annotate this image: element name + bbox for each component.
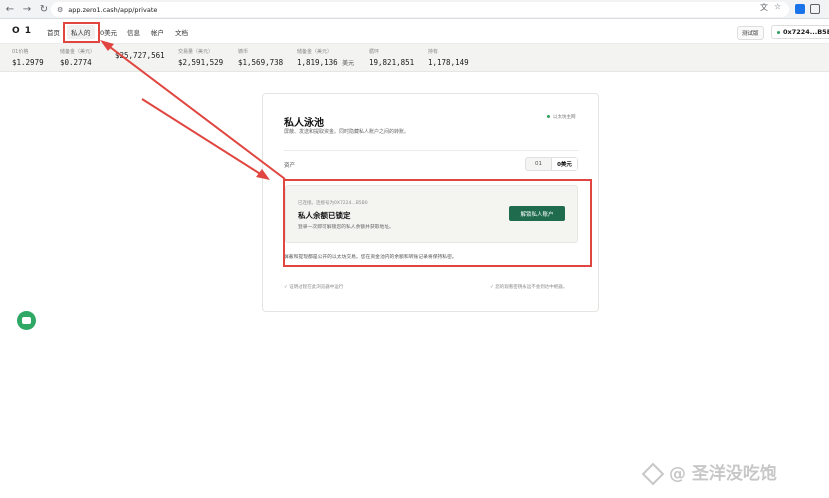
reload-icon[interactable]: ↻: [37, 2, 51, 16]
browser-toolbar: ← → ↻ ⚙ app.zero1.cash/app/private 文 ☆: [0, 0, 829, 19]
translate-icon[interactable]: 文: [760, 2, 768, 13]
page: ← → ↻ ⚙ app.zero1.cash/app/private 文 ☆ O…: [0, 0, 829, 498]
asset-option-01[interactable]: 01: [526, 158, 551, 170]
stat-item: 铸币 $1,569,738: [238, 48, 283, 67]
watermark: @ 圣洋没吃饱: [641, 459, 777, 486]
stat-value: $1,569,738: [238, 58, 284, 67]
annotation-arrow-to-panel: [141, 98, 263, 176]
stat-value: $0.2774: [60, 58, 92, 67]
stat-item: 循环 19,821,851: [369, 48, 414, 67]
stat-label: 储备金（美元）: [297, 49, 333, 55]
wallet-address: 0x7224...B5B0: [783, 28, 829, 36]
stat-value: $2,591,529: [178, 58, 224, 67]
card-title: 私人泳池: [284, 118, 324, 129]
stat-label: 循环: [369, 49, 380, 55]
stats-strip: 01价格 $1.2979 储备金（美元） $0.2774 $25,727,561…: [0, 44, 829, 72]
wallet-button[interactable]: 0x7224...B5B0: [771, 25, 829, 39]
stat-value: $1.2979: [12, 58, 44, 67]
card-subtitle: 屏蔽、发送和提取资金。同时隐藏私人账户之间的转账。: [284, 129, 410, 135]
chat-button[interactable]: [17, 311, 36, 330]
chat-bubble-icon: [22, 317, 31, 324]
extensions-puzzle-icon[interactable]: [810, 4, 820, 14]
connected-dot-icon: [777, 30, 780, 34]
stat-number: 1,819,136: [297, 58, 338, 67]
nav-info[interactable]: 信息: [127, 27, 140, 37]
watermark-text: @ 圣洋没吃饱: [669, 464, 777, 484]
assets-label: 资产: [284, 163, 296, 169]
stat-label: 交易量（美元）: [178, 49, 214, 55]
nav-docs[interactable]: 文档: [175, 27, 188, 37]
beta-button[interactable]: 测试版: [737, 26, 764, 40]
stat-item: 交易量（美元） $2,591,529: [178, 48, 223, 67]
app-header: O 1 首页 私人的 0美元 信息 帐户 文档 测试版 0x7224...B5B…: [0, 20, 829, 44]
bookmark-star-icon[interactable]: ☆: [774, 2, 781, 11]
nav-account[interactable]: 帐户: [151, 27, 164, 37]
stat-value: $25,727,561: [115, 51, 165, 60]
url-text: app.zero1.cash/app/private: [68, 5, 158, 14]
network-badge: 以太坊主网: [547, 114, 576, 120]
nav-home[interactable]: 首页: [47, 27, 60, 37]
forward-icon[interactable]: →: [20, 2, 34, 16]
stat-label: 铸币: [238, 49, 249, 55]
stat-unit: 美元: [342, 60, 355, 67]
stat-item: 01价格 $1.2979: [12, 48, 44, 67]
stat-label: 持有: [428, 49, 439, 55]
stat-value: 1,819,136 美元: [297, 58, 354, 67]
stat-item: 持有 1,178,149: [428, 48, 469, 67]
stat-value: 19,821,851: [369, 58, 415, 67]
site-info-icon[interactable]: ⚙: [57, 6, 63, 14]
stat-item: 储备金（美元） 1,819,136 美元: [297, 48, 354, 67]
asset-toggle: 01 0美元: [525, 157, 578, 171]
stat-label: 储备金（美元）: [60, 49, 96, 55]
watermark-logo-icon: [641, 462, 665, 486]
logo[interactable]: O 1: [12, 26, 32, 36]
stat-item: 储备金（美元） $0.2774: [60, 48, 95, 67]
annotation-highlight-panel: [283, 179, 592, 267]
nav-zero-usd[interactable]: 0美元: [100, 27, 117, 37]
address-bar[interactable]: ⚙ app.zero1.cash/app/private: [51, 2, 789, 17]
network-status-dot-icon: [547, 115, 550, 118]
network-name: 以太坊主网: [553, 115, 576, 120]
asset-option-zero-usd[interactable]: 0美元: [551, 158, 577, 170]
stat-item: $25,727,561: [115, 48, 165, 60]
stat-value: 1,178,149: [428, 58, 469, 67]
annotation-highlight-nav: [63, 22, 100, 43]
back-icon[interactable]: ←: [3, 2, 17, 16]
viewing-key-note: ✓ 您的观看密钥永远不会到达中继器。: [490, 285, 568, 290]
extension-icon[interactable]: [795, 4, 805, 14]
proof-local-note: ✓ 证明过程在此浏览器中运行: [284, 285, 344, 290]
divider: [284, 150, 579, 151]
stat-label: 01价格: [12, 49, 29, 55]
